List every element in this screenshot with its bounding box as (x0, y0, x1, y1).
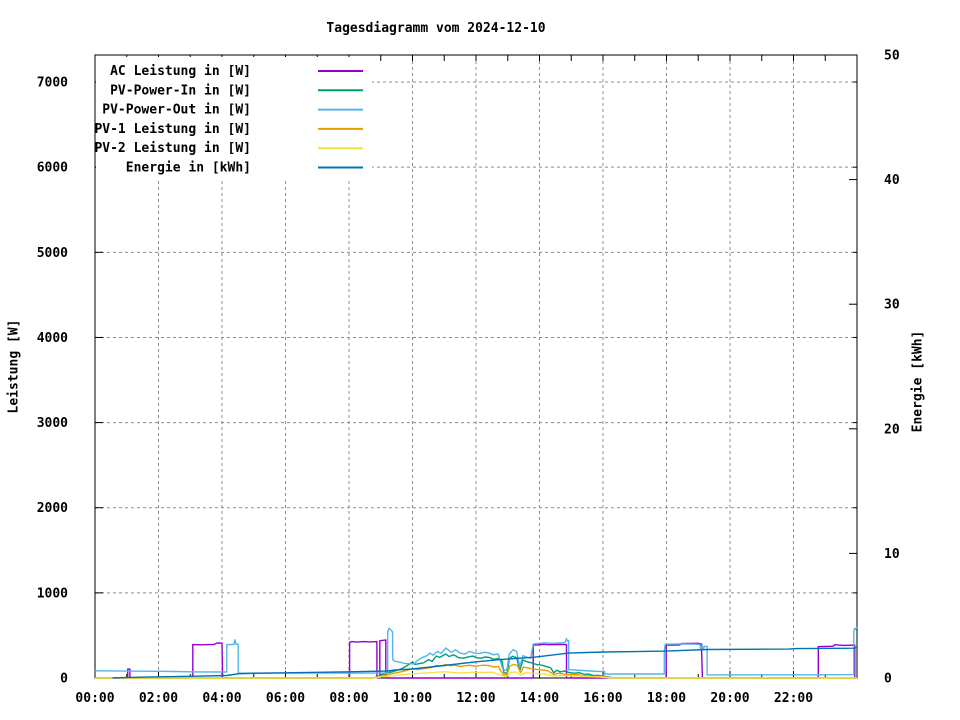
legend-label: PV-1 Leistung in [W] (94, 122, 251, 137)
x-tick-label: 08:00 (329, 691, 368, 706)
x-tick-label: 16:00 (583, 691, 622, 706)
legend-label: PV-Power-In in [W] (110, 83, 251, 98)
left-tick-label: 1000 (37, 586, 68, 601)
left-tick-label: 3000 (37, 416, 68, 431)
x-tick-label: 04:00 (202, 691, 241, 706)
left-tick-label: 5000 (37, 246, 68, 261)
right-axis-label: Energie [kWh] (910, 330, 926, 433)
right-tick-label: 10 (884, 547, 900, 562)
x-tick-label: 18:00 (647, 691, 686, 706)
chart-title: Tagesdiagramm vom 2024-12-10 (326, 21, 546, 36)
legend-label: PV-Power-Out in [W] (102, 103, 251, 118)
left-tick-label: 2000 (37, 501, 68, 516)
x-tick-label: 14:00 (520, 691, 559, 706)
left-tick-label: 7000 (37, 76, 68, 91)
x-tick-label: 12:00 (456, 691, 495, 706)
x-tick-label: 10:00 (393, 691, 432, 706)
right-tick-label: 50 (884, 49, 900, 64)
right-tick-label: 0 (884, 672, 892, 687)
left-tick-label: 0 (60, 672, 68, 687)
plot-canvas: 0 1000 2000 3000 4000 5000 6000 7000 0 10 20 30 40 50… (0, 0, 960, 720)
legend-label: PV-2 Leistung in [W] (94, 141, 251, 156)
x-tick-label: 02:00 (139, 691, 178, 706)
x-tick-label: 20:00 (710, 691, 749, 706)
x-tick-label: 22:00 (774, 691, 813, 706)
left-tick-label: 6000 (37, 161, 68, 176)
legend: AC Leistung in [W] PV-Power-In in [W] PV-P… (94, 57, 372, 179)
legend-label: Energie in [kWh] (126, 161, 251, 176)
right-tick-label: 30 (884, 298, 900, 313)
tagesdiagramm-chart: Tagesdiagramm vom 2024-12-10 Leistung [W… (0, 0, 960, 720)
x-tick-label: 00:00 (75, 691, 114, 706)
x-tick-label: 06:00 (266, 691, 305, 706)
left-axis-label: Leistung [W] (6, 319, 22, 414)
right-tick-label: 40 (884, 173, 900, 188)
left-tick-label: 4000 (37, 331, 68, 346)
legend-label: AC Leistung in [W] (110, 64, 251, 79)
right-tick-label: 20 (884, 422, 900, 437)
